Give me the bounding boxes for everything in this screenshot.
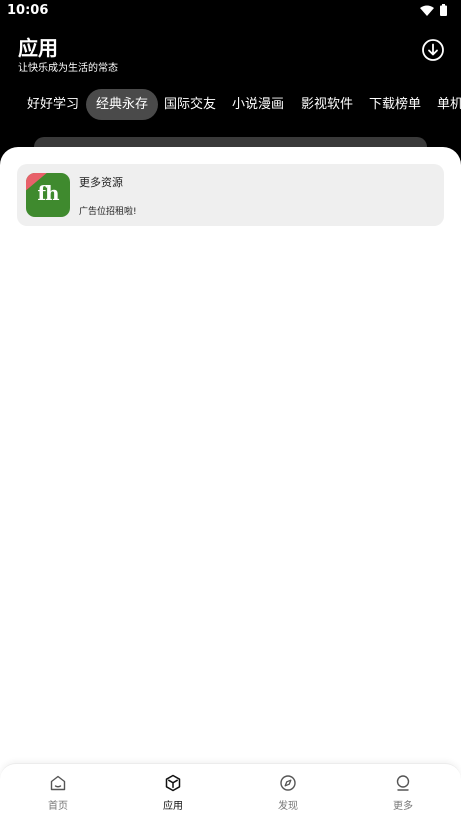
nav-label-discover: 发现: [278, 801, 298, 812]
nav-item-more[interactable]: 更多: [373, 774, 433, 812]
download-circle-icon: [422, 39, 444, 61]
category-tabs: 好好学习 经典永存 国际交友 小说漫画 影视软件 下载榜单 单机: [0, 89, 461, 121]
nav-label-more: 更多: [393, 801, 413, 812]
status-time: 10:06: [7, 3, 49, 18]
card-description: 广告位招租啦!: [79, 207, 137, 217]
tab-classic[interactable]: 经典永存: [86, 89, 159, 120]
status-bar: 10:06: [0, 0, 461, 22]
battery-icon: [440, 4, 447, 16]
user-icon: [396, 775, 410, 791]
compass-icon: [280, 775, 296, 791]
content-sheet: fh 更多资源 广告位招租啦!: [0, 147, 461, 821]
card-title: 更多资源: [79, 176, 123, 189]
nav-item-apps[interactable]: 应用: [143, 774, 203, 812]
tab-study[interactable]: 好好学习: [17, 89, 89, 120]
tab-international[interactable]: 国际交友: [154, 89, 226, 120]
nav-label-home: 首页: [48, 801, 68, 812]
page-title: 应用: [18, 36, 58, 60]
nav-item-discover[interactable]: 发现: [258, 774, 318, 812]
tab-novels-comics[interactable]: 小说漫画: [222, 89, 294, 120]
tab-download-rank[interactable]: 下载榜单: [359, 89, 431, 120]
app-logo-text: fh: [37, 181, 59, 205]
wifi-icon: [420, 5, 434, 16]
app-icon: fh: [26, 173, 70, 217]
tab-video-apps[interactable]: 影视软件: [291, 89, 363, 120]
download-button[interactable]: [421, 38, 445, 62]
status-icons: [420, 4, 447, 16]
page-subtitle: 让快乐成为生活的常态: [18, 63, 118, 74]
header: 应用 让快乐成为生活的常态: [0, 28, 461, 78]
cube-icon: [165, 774, 181, 792]
app-screen: 10:06 应用 让快乐成为生活的常态 好好学习 经典永存 国际交友 小说漫画 …: [0, 0, 461, 821]
resource-card[interactable]: fh 更多资源 广告位招租啦!: [17, 164, 444, 226]
bottom-nav: 首页 应用 发现 更多: [0, 763, 461, 821]
tab-single-player[interactable]: 单机: [427, 89, 461, 120]
nav-label-apps: 应用: [163, 801, 183, 812]
nav-item-home[interactable]: 首页: [28, 774, 88, 812]
home-icon: [50, 775, 66, 791]
